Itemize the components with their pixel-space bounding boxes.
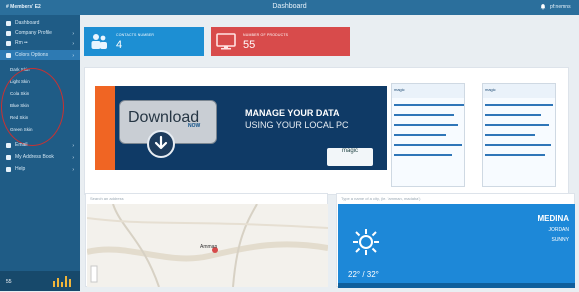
weather-city: MEDINA: [537, 214, 569, 223]
chevron-right-icon: ›: [72, 167, 74, 173]
sidebar-item-rm[interactable]: Rm •• ›: [0, 38, 80, 48]
tile-value: 55: [243, 39, 256, 51]
products-tile[interactable]: NUMBER OF PRODUCTS 55: [211, 27, 350, 56]
sidebar-item-dashboard[interactable]: Dashboard: [0, 18, 80, 28]
sidebar-item-label: My Address Book: [15, 154, 54, 160]
sidebar-item-help[interactable]: Help ›: [0, 164, 80, 174]
sidebar-item-email[interactable]: Email ›: [0, 140, 80, 150]
flyer-line: [485, 124, 549, 126]
weather-country: JORDAN: [548, 227, 569, 233]
forecast-strip: [338, 283, 575, 288]
filter-icon: [6, 40, 11, 46]
flyer-line: [485, 114, 541, 116]
contacts-tile[interactable]: CONTACTS NUMBER 4: [84, 27, 204, 56]
map[interactable]: Amman: [86, 203, 329, 288]
user-menu[interactable]: pf:nemns: [550, 4, 571, 10]
monitor-icon: [216, 33, 236, 50]
ad-headline: MANAGE YOUR DATA: [245, 108, 340, 118]
download-arrow-icon: [147, 130, 175, 158]
flyer-image: magic: [391, 83, 465, 187]
map-search-input[interactable]: Search an address: [90, 196, 124, 201]
edit-icon: [6, 30, 11, 36]
now-label: NOW: [188, 123, 201, 129]
user-icon: [6, 154, 11, 160]
ad-accent: [95, 86, 115, 170]
map-city-label: Amman: [200, 244, 218, 250]
chevron-right-icon: ›: [72, 41, 74, 47]
tile-value: 4: [116, 39, 123, 51]
map-card: Search an address Amman: [85, 193, 329, 288]
sun-icon: [353, 229, 379, 255]
highlight-circle: [1, 68, 64, 146]
flyer-line: [394, 104, 464, 106]
sidebar-item-address-book[interactable]: My Address Book ›: [0, 152, 80, 162]
chevron-right-icon: ›: [72, 155, 74, 161]
sidebar-item-label: Colors Options: [15, 52, 49, 58]
chevron-right-icon: ›: [72, 31, 74, 37]
chevron-down-icon: ›: [72, 53, 74, 59]
sidebar-item-label: Rm ••: [15, 40, 28, 46]
flyer-line: [394, 134, 446, 136]
city-search-input[interactable]: Type a name of a city, (ie. 'amman, mada…: [341, 196, 421, 201]
flyer-line: [485, 144, 551, 146]
arrow-down-icon: [154, 135, 168, 150]
magic-logo: magic: [327, 148, 373, 166]
stat-value: 55: [6, 279, 12, 285]
flyer-line: [394, 114, 454, 116]
mail-icon: [6, 142, 11, 148]
sidebar-item-company-profile[interactable]: Company Profile ›: [0, 28, 80, 38]
ad-subheadline: USING YOUR LOCAL PC: [245, 120, 349, 130]
main-content: CONTACTS NUMBER 4 NUMBER OF PRODUCTS 55 …: [80, 15, 579, 288]
users-icon: [91, 34, 107, 49]
flyer-line: [485, 154, 545, 156]
flyer-line: [394, 154, 452, 156]
sidebar-item-label: Dashboard: [15, 20, 40, 26]
sidebar: Dashboard Company Profile › Rm •• › Colo…: [0, 15, 80, 291]
flyer-line: [394, 124, 458, 126]
flyer-image: magic: [482, 83, 556, 187]
flyer-brand: magic: [485, 87, 496, 92]
weather-widget: MEDINA JORDAN SUNNY 22° / 32°: [338, 204, 575, 288]
sidebar-item-colors-options[interactable]: Colors Options ›: [0, 50, 80, 60]
top-bar: # Members' E2 Dashboard pf:nemns: [0, 0, 579, 15]
download-ad[interactable]: Download NOW MANAGE YOUR DATA USING YOUR…: [95, 86, 387, 170]
help-icon: [6, 166, 11, 172]
flyer-line: [394, 144, 462, 146]
sidebar-item-label: Company Profile: [15, 30, 52, 36]
weather-temperature: 22° / 32°: [348, 270, 379, 279]
chevron-right-icon: ›: [72, 143, 74, 149]
page-title: Dashboard: [272, 3, 307, 10]
promo-banner: Download NOW MANAGE YOUR DATA USING YOUR…: [84, 67, 569, 195]
sidebar-item-label: Help: [15, 166, 26, 172]
tile-title: NUMBER OF PRODUCTS: [243, 33, 289, 37]
flyer-brand: magic: [394, 87, 405, 92]
weather-condition: SUNNY: [551, 237, 569, 243]
flyer-line: [485, 104, 553, 106]
bar-chart-icon: [53, 276, 71, 287]
bell-icon[interactable]: [540, 3, 546, 10]
weather-card: Type a name of a city, (ie. 'amman, mada…: [336, 193, 575, 288]
dashboard-icon: [6, 20, 11, 26]
sidebar-stat: 55: [0, 271, 80, 291]
pencil-icon: [6, 52, 11, 58]
flyer-line: [485, 134, 535, 136]
sidebar-item-label: Email: [15, 142, 28, 148]
tile-title: CONTACTS NUMBER: [116, 33, 155, 37]
